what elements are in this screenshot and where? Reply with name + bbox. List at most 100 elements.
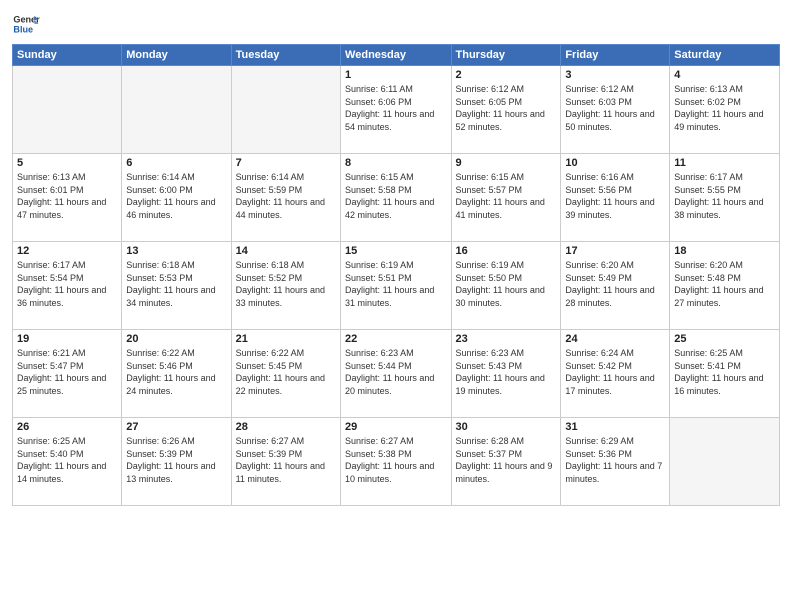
day-number: 10 bbox=[565, 157, 665, 169]
day-number: 17 bbox=[565, 245, 665, 257]
calendar-cell bbox=[122, 66, 231, 154]
day-info: Sunrise: 6:13 AMSunset: 6:01 PMDaylight:… bbox=[17, 171, 117, 221]
day-info: Sunrise: 6:17 AMSunset: 5:54 PMDaylight:… bbox=[17, 259, 117, 309]
calendar-cell: 27 Sunrise: 6:26 AMSunset: 5:39 PMDayligh… bbox=[122, 418, 231, 506]
day-number: 22 bbox=[345, 333, 446, 345]
calendar-cell: 16 Sunrise: 6:19 AMSunset: 5:50 PMDayligh… bbox=[451, 242, 561, 330]
calendar-week-1: 1 Sunrise: 6:11 AMSunset: 6:06 PMDaylight… bbox=[13, 66, 780, 154]
day-info: Sunrise: 6:19 AMSunset: 5:50 PMDaylight:… bbox=[456, 259, 557, 309]
day-info: Sunrise: 6:19 AMSunset: 5:51 PMDaylight:… bbox=[345, 259, 446, 309]
day-info: Sunrise: 6:21 AMSunset: 5:47 PMDaylight:… bbox=[17, 347, 117, 397]
calendar-header-saturday: Saturday bbox=[670, 45, 780, 66]
day-info: Sunrise: 6:14 AMSunset: 6:00 PMDaylight:… bbox=[126, 171, 226, 221]
calendar-cell: 14 Sunrise: 6:18 AMSunset: 5:52 PMDayligh… bbox=[231, 242, 340, 330]
calendar-week-2: 5 Sunrise: 6:13 AMSunset: 6:01 PMDaylight… bbox=[13, 154, 780, 242]
calendar-cell: 30 Sunrise: 6:28 AMSunset: 5:37 PMDayligh… bbox=[451, 418, 561, 506]
day-info: Sunrise: 6:22 AMSunset: 5:46 PMDaylight:… bbox=[126, 347, 226, 397]
calendar-cell: 12Sunrise: 6:17 AMSunset: 5:54 PMDayligh… bbox=[13, 242, 122, 330]
day-info: Sunrise: 6:20 AMSunset: 5:49 PMDaylight:… bbox=[565, 259, 665, 309]
calendar-week-5: 26Sunrise: 6:25 AMSunset: 5:40 PMDayligh… bbox=[13, 418, 780, 506]
calendar-cell: 17 Sunrise: 6:20 AMSunset: 5:49 PMDayligh… bbox=[561, 242, 670, 330]
day-info: Sunrise: 6:27 AMSunset: 5:38 PMDaylight:… bbox=[345, 435, 446, 485]
day-info: Sunrise: 6:12 AMSunset: 6:03 PMDaylight:… bbox=[565, 83, 665, 133]
day-info: Sunrise: 6:14 AMSunset: 5:59 PMDaylight:… bbox=[236, 171, 336, 221]
day-info: Sunrise: 6:23 AMSunset: 5:44 PMDaylight:… bbox=[345, 347, 446, 397]
calendar-header-monday: Monday bbox=[122, 45, 231, 66]
day-number: 24 bbox=[565, 333, 665, 345]
calendar-cell: 26Sunrise: 6:25 AMSunset: 5:40 PMDayligh… bbox=[13, 418, 122, 506]
day-number: 28 bbox=[236, 421, 336, 433]
day-number: 5 bbox=[17, 157, 117, 169]
day-info: Sunrise: 6:18 AMSunset: 5:52 PMDaylight:… bbox=[236, 259, 336, 309]
day-number: 21 bbox=[236, 333, 336, 345]
calendar-header-row: SundayMondayTuesdayWednesdayThursdayFrid… bbox=[13, 45, 780, 66]
day-number: 26 bbox=[17, 421, 117, 433]
calendar-cell: 6 Sunrise: 6:14 AMSunset: 6:00 PMDaylight… bbox=[122, 154, 231, 242]
day-info: Sunrise: 6:17 AMSunset: 5:55 PMDaylight:… bbox=[674, 171, 775, 221]
day-number: 27 bbox=[126, 421, 226, 433]
day-info: Sunrise: 6:15 AMSunset: 5:58 PMDaylight:… bbox=[345, 171, 446, 221]
calendar-cell: 22 Sunrise: 6:23 AMSunset: 5:44 PMDayligh… bbox=[341, 330, 451, 418]
calendar-cell: 29 Sunrise: 6:27 AMSunset: 5:38 PMDayligh… bbox=[341, 418, 451, 506]
svg-text:Blue: Blue bbox=[13, 24, 33, 34]
day-number: 3 bbox=[565, 69, 665, 81]
logo-icon: General Blue bbox=[12, 10, 40, 38]
calendar-header-sunday: Sunday bbox=[13, 45, 122, 66]
day-info: Sunrise: 6:27 AMSunset: 5:39 PMDaylight:… bbox=[236, 435, 336, 485]
day-info: Sunrise: 6:28 AMSunset: 5:37 PMDaylight:… bbox=[456, 435, 557, 485]
day-number: 23 bbox=[456, 333, 557, 345]
day-number: 29 bbox=[345, 421, 446, 433]
day-info: Sunrise: 6:18 AMSunset: 5:53 PMDaylight:… bbox=[126, 259, 226, 309]
calendar-cell: 18 Sunrise: 6:20 AMSunset: 5:48 PMDayligh… bbox=[670, 242, 780, 330]
calendar-cell bbox=[670, 418, 780, 506]
day-info: Sunrise: 6:25 AMSunset: 5:41 PMDaylight:… bbox=[674, 347, 775, 397]
calendar-cell: 25Sunrise: 6:25 AMSunset: 5:41 PMDayligh… bbox=[670, 330, 780, 418]
calendar-cell: 1 Sunrise: 6:11 AMSunset: 6:06 PMDaylight… bbox=[341, 66, 451, 154]
day-number: 31 bbox=[565, 421, 665, 433]
day-info: Sunrise: 6:13 AMSunset: 6:02 PMDaylight:… bbox=[674, 83, 775, 133]
day-number: 15 bbox=[345, 245, 446, 257]
day-info: Sunrise: 6:23 AMSunset: 5:43 PMDaylight:… bbox=[456, 347, 557, 397]
day-number: 16 bbox=[456, 245, 557, 257]
day-number: 1 bbox=[345, 69, 446, 81]
day-number: 18 bbox=[674, 245, 775, 257]
calendar-cell: 5 Sunrise: 6:13 AMSunset: 6:01 PMDaylight… bbox=[13, 154, 122, 242]
day-number: 30 bbox=[456, 421, 557, 433]
calendar-cell: 2Sunrise: 6:12 AMSunset: 6:05 PMDaylight… bbox=[451, 66, 561, 154]
day-number: 20 bbox=[126, 333, 226, 345]
calendar-cell: 28 Sunrise: 6:27 AMSunset: 5:39 PMDayligh… bbox=[231, 418, 340, 506]
day-number: 9 bbox=[456, 157, 557, 169]
calendar-header-tuesday: Tuesday bbox=[231, 45, 340, 66]
calendar-cell: 4 Sunrise: 6:13 AMSunset: 6:02 PMDaylight… bbox=[670, 66, 780, 154]
calendar-cell: 13 Sunrise: 6:18 AMSunset: 5:53 PMDayligh… bbox=[122, 242, 231, 330]
day-info: Sunrise: 6:26 AMSunset: 5:39 PMDaylight:… bbox=[126, 435, 226, 485]
day-info: Sunrise: 6:29 AMSunset: 5:36 PMDaylight:… bbox=[565, 435, 665, 485]
calendar-header-thursday: Thursday bbox=[451, 45, 561, 66]
calendar-cell: 23 Sunrise: 6:23 AMSunset: 5:43 PMDayligh… bbox=[451, 330, 561, 418]
day-number: 4 bbox=[674, 69, 775, 81]
day-number: 14 bbox=[236, 245, 336, 257]
day-info: Sunrise: 6:20 AMSunset: 5:48 PMDaylight:… bbox=[674, 259, 775, 309]
calendar-cell: 19 Sunrise: 6:21 AMSunset: 5:47 PMDayligh… bbox=[13, 330, 122, 418]
day-info: Sunrise: 6:24 AMSunset: 5:42 PMDaylight:… bbox=[565, 347, 665, 397]
calendar-week-4: 19 Sunrise: 6:21 AMSunset: 5:47 PMDayligh… bbox=[13, 330, 780, 418]
day-info: Sunrise: 6:11 AMSunset: 6:06 PMDaylight:… bbox=[345, 83, 446, 133]
day-number: 8 bbox=[345, 157, 446, 169]
day-info: Sunrise: 6:15 AMSunset: 5:57 PMDaylight:… bbox=[456, 171, 557, 221]
day-info: Sunrise: 6:16 AMSunset: 5:56 PMDaylight:… bbox=[565, 171, 665, 221]
calendar-header-friday: Friday bbox=[561, 45, 670, 66]
calendar-cell: 21Sunrise: 6:22 AMSunset: 5:45 PMDayligh… bbox=[231, 330, 340, 418]
header: General Blue bbox=[12, 10, 780, 38]
day-number: 6 bbox=[126, 157, 226, 169]
calendar-cell: 11Sunrise: 6:17 AMSunset: 5:55 PMDayligh… bbox=[670, 154, 780, 242]
calendar-table: SundayMondayTuesdayWednesdayThursdayFrid… bbox=[12, 44, 780, 506]
day-number: 19 bbox=[17, 333, 117, 345]
calendar-cell: 7Sunrise: 6:14 AMSunset: 5:59 PMDaylight… bbox=[231, 154, 340, 242]
main-container: General Blue SundayMondayTuesdayWednesda… bbox=[0, 0, 792, 612]
calendar-cell: 24 Sunrise: 6:24 AMSunset: 5:42 PMDayligh… bbox=[561, 330, 670, 418]
calendar-cell: 8 Sunrise: 6:15 AMSunset: 5:58 PMDaylight… bbox=[341, 154, 451, 242]
day-number: 13 bbox=[126, 245, 226, 257]
calendar-cell: 20 Sunrise: 6:22 AMSunset: 5:46 PMDayligh… bbox=[122, 330, 231, 418]
day-info: Sunrise: 6:12 AMSunset: 6:05 PMDaylight:… bbox=[456, 83, 557, 133]
calendar-cell: 31 Sunrise: 6:29 AMSunset: 5:36 PMDayligh… bbox=[561, 418, 670, 506]
